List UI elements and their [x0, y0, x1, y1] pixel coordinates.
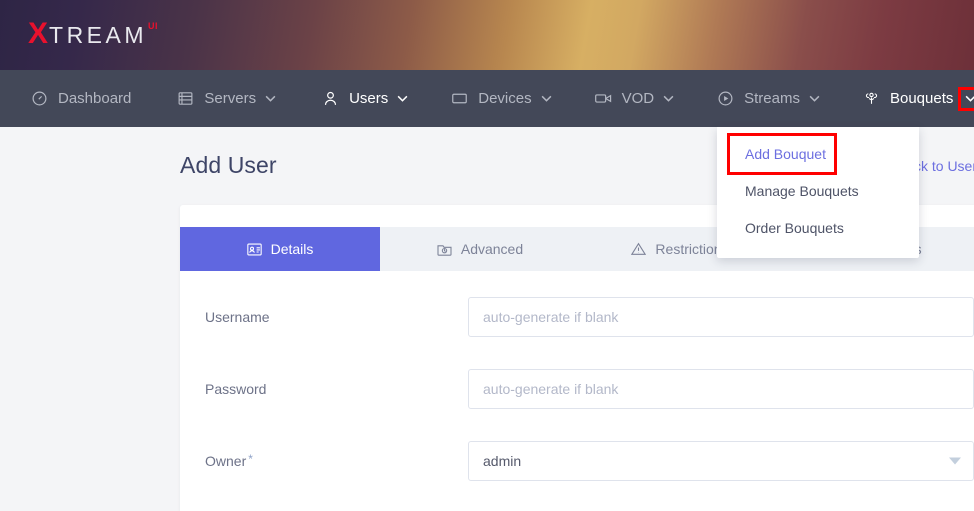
chevron-down-icon[interactable]	[809, 93, 820, 104]
page-title: Add User	[180, 152, 277, 178]
field-label: Password	[180, 381, 468, 397]
form-row-password: Password auto-generate if blank	[180, 369, 974, 409]
nav-item-dashboard[interactable]: Dashboard	[30, 70, 131, 127]
chevron-down-icon[interactable]	[397, 93, 408, 104]
user-icon	[321, 89, 340, 108]
form-row-username: Username auto-generate if blank	[180, 297, 974, 337]
label-text: Password	[205, 381, 267, 397]
password-input[interactable]: auto-generate if blank	[468, 369, 974, 409]
field-label: Username	[180, 309, 468, 325]
input-placeholder: auto-generate if blank	[483, 381, 619, 397]
video-icon	[594, 89, 613, 108]
input-placeholder: auto-generate if blank	[483, 309, 619, 325]
select-value: admin	[483, 453, 522, 469]
user-form: Username auto-generate if blank Password…	[180, 271, 974, 481]
chevron-down-icon[interactable]	[541, 93, 552, 104]
tab-label: Details	[270, 241, 314, 257]
field-label: Owner *	[180, 453, 468, 469]
tab-advanced[interactable]: Advanced	[380, 227, 580, 271]
dropdown-item-manage-bouquets[interactable]: Manage Bouquets	[717, 172, 919, 209]
nav-label: Users	[349, 90, 389, 107]
nav-item-devices[interactable]: Devices	[450, 70, 552, 127]
nav-label: Devices	[478, 90, 532, 107]
flower-icon	[862, 89, 881, 108]
xtream-logo[interactable]: X TREAM UI	[28, 19, 158, 51]
dropdown-item-order-bouquets[interactable]: Order Bouquets	[717, 209, 919, 246]
nav-item-bouquets[interactable]: Bouquets	[862, 70, 974, 127]
dropdown-item-add-bouquet[interactable]: Add Bouquet	[717, 135, 919, 172]
owner-select[interactable]: admin	[468, 441, 974, 481]
logo-superscript: UI	[148, 21, 159, 31]
nav-label: VOD	[621, 90, 655, 107]
nav-item-vod[interactable]: VOD	[594, 70, 675, 127]
tab-details[interactable]: Details	[180, 227, 380, 271]
label-text: Owner	[205, 453, 247, 469]
logo-wordmark: TREAM	[49, 22, 148, 48]
id-card-icon	[246, 242, 262, 257]
logo-x-mark: X	[28, 17, 49, 50]
main-navigation: Dashboard Servers Users Devices VOD Stre…	[0, 70, 974, 136]
server-icon	[176, 89, 195, 108]
bouquets-dropdown-menu: Add Bouquet Manage Bouquets Order Bouque…	[717, 127, 919, 258]
chevron-down-icon[interactable]	[949, 457, 961, 465]
required-marker: *	[248, 452, 253, 466]
nav-label: Dashboard	[58, 90, 132, 107]
label-text: Username	[205, 309, 270, 325]
nav-label: Servers	[204, 90, 257, 107]
gear-folder-icon	[437, 242, 452, 257]
warning-icon	[631, 242, 647, 257]
chevron-down-icon[interactable]	[663, 93, 674, 104]
tab-label: Advanced	[460, 241, 524, 257]
username-input[interactable]: auto-generate if blank	[468, 297, 974, 337]
gauge-icon	[30, 89, 49, 108]
brand-header: X TREAM UI	[0, 0, 974, 70]
chevron-down-icon[interactable]	[958, 86, 974, 111]
nav-item-servers[interactable]: Servers	[176, 70, 276, 127]
nav-label: Streams	[744, 90, 800, 107]
dropdown-item-label: Order Bouquets	[745, 219, 844, 236]
nav-item-streams[interactable]: Streams	[716, 70, 820, 127]
nav-item-users[interactable]: Users	[321, 70, 408, 136]
dropdown-item-label: Add Bouquet	[745, 145, 826, 162]
chevron-down-icon[interactable]	[265, 93, 276, 104]
form-row-owner: Owner * admin	[180, 441, 974, 481]
dropdown-item-label: Manage Bouquets	[745, 182, 859, 199]
nav-label: Bouquets	[889, 90, 954, 107]
play-icon	[716, 89, 735, 108]
device-icon	[450, 89, 469, 108]
